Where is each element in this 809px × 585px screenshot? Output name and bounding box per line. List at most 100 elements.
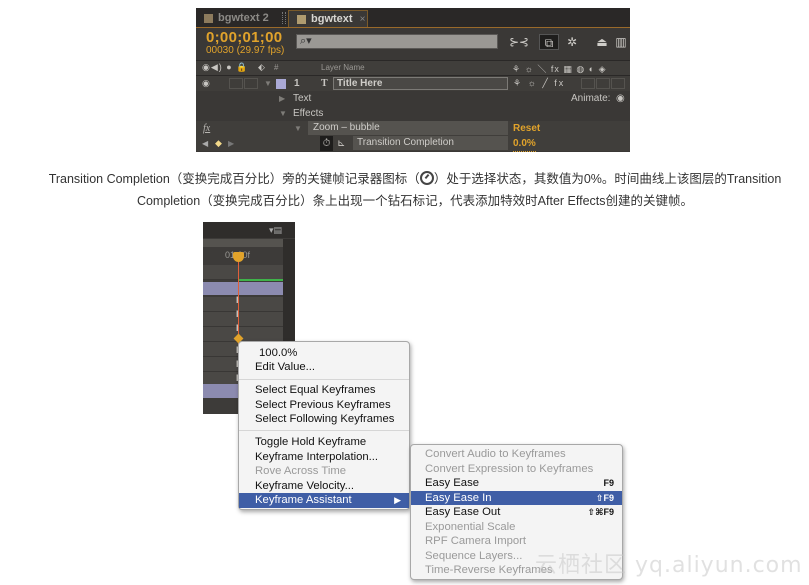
current-time-indicator-handle[interactable] <box>233 252 244 262</box>
keyframe-marker-icon[interactable]: I <box>236 323 239 333</box>
effect-name[interactable]: Zoom – bubble <box>308 121 508 135</box>
lock-switch[interactable] <box>244 78 258 89</box>
add-keyframe-icon[interactable]: ◆ <box>215 136 222 151</box>
divider <box>196 27 630 28</box>
menu-item-value: 100.0% <box>259 347 298 359</box>
property-row[interactable]: ◀ ◆ ▶ ⏱ ⊾ Transition Completion 0.0% <box>196 136 630 152</box>
expand-triangle-icon[interactable]: ▼ <box>279 106 287 121</box>
menu-item-label: Keyframe Assistant <box>255 494 352 506</box>
menu-item-toggle-hold-keyframe[interactable]: Toggle Hold Keyframe <box>239 435 409 450</box>
expand-triangle-icon[interactable]: ▼ <box>294 121 302 136</box>
effect-row[interactable]: fx ▼ Zoom – bubble Reset <box>196 121 630 136</box>
menu-item-select-following-keyframes[interactable]: Select Following Keyframes <box>239 412 409 427</box>
tab-bar: bgwtext 2 bgwtext × <box>196 8 630 27</box>
column-header: ◉◀) ● 🔒 ⬖ # Layer Name ⚘ ☼ ＼ fx ▦ ◍ ◐ ◈ <box>196 60 630 76</box>
expand-triangle-icon[interactable]: ▶ <box>279 91 285 106</box>
menu-item-keyframe-velocity[interactable]: Keyframe Velocity... <box>239 479 409 494</box>
keyframe-context-menu: 100.0% Edit Value... Select Equal Keyfra… <box>238 341 410 510</box>
solo-switch[interactable] <box>229 78 243 89</box>
layer-switches[interactable]: ⚘ ☼ ╱ fx <box>513 76 565 91</box>
stopwatch-icon[interactable]: ⏱ <box>320 136 333 151</box>
submenu-item-easy-ease-out[interactable]: Easy Ease Out ⇧⌘F9 <box>411 505 622 520</box>
draft-3d-icon[interactable]: ⧉ <box>539 34 559 50</box>
hide-shy-layers-icon[interactable]: ✲ <box>562 34 582 50</box>
track <box>203 265 283 280</box>
motion-blur-icon[interactable]: ▥ <box>614 34 628 50</box>
caption-text: ）处于选择状态，其数值为0%。时间曲线上该图层的Transition <box>433 172 782 186</box>
text-layer-icon: T <box>321 78 328 89</box>
caption-text: Transition Completion（变换完成百分比）旁的关键帧记录器图标… <box>48 172 420 186</box>
panel-top-bar: ▾▤ <box>203 222 295 238</box>
text-group-label: Text <box>293 93 312 104</box>
menu-separator <box>239 430 409 431</box>
menu-item-edit-value[interactable]: Edit Value... <box>239 360 409 375</box>
caption-text: Completion（变换完成百分比）条上出现一个钻石标记，代表添加特效时Aft… <box>136 194 694 208</box>
render-bar <box>239 279 283 281</box>
frame-blending-icon[interactable]: ⏏ <box>592 34 612 50</box>
effects-group-label: Effects <box>293 108 324 119</box>
reset-button[interactable]: Reset <box>513 121 540 136</box>
shortcut-label: ⇧F9 <box>595 492 614 503</box>
next-keyframe-icon[interactable]: ▶ <box>228 136 234 151</box>
menu-item-select-equal-keyframes[interactable]: Select Equal Keyframes <box>239 383 409 398</box>
eye-icon[interactable]: ◉ <box>202 76 210 91</box>
submenu-item-easy-ease[interactable]: Easy Ease F9 <box>411 476 622 491</box>
submenu-item-label: Easy Ease In <box>425 491 492 504</box>
search-input[interactable]: ⌕▾ <box>296 34 498 49</box>
shortcut-label: F9 <box>603 478 614 488</box>
layer-name-column-header[interactable]: Layer Name <box>321 63 365 72</box>
submenu-arrow-icon: ▶ <box>394 495 401 505</box>
submenu-item-exponential-scale: Exponential Scale <box>425 520 516 533</box>
tab-bgwtext[interactable]: bgwtext × <box>288 10 368 27</box>
caption: Transition Completion（变换完成百分比）旁的关键帧记录器图标… <box>30 168 800 212</box>
layer-duration-bar[interactable] <box>203 282 283 295</box>
keyframe-marker-icon[interactable]: I <box>236 309 239 319</box>
property-name: Transition Completion <box>353 136 508 150</box>
fx-icon[interactable]: fx <box>203 121 210 136</box>
submenu-item-label: Easy Ease Out <box>425 506 501 518</box>
expand-triangle-icon[interactable]: ▼ <box>264 76 272 91</box>
mode-cell[interactable] <box>611 78 625 89</box>
layer-row[interactable]: ◉ ▼ 1 T Title Here ⚘ ☼ ╱ fx <box>196 76 630 91</box>
current-time-display[interactable]: 0;00;01;00 <box>206 29 282 46</box>
label-color-swatch[interactable] <box>276 79 286 89</box>
work-area-bar[interactable] <box>203 239 283 247</box>
panel-menu-icon[interactable]: ▾▤ <box>269 225 282 236</box>
panel-grip-icon[interactable] <box>282 12 286 24</box>
switches-header-icons: ⚘ ☼ ＼ fx ▦ ◍ ◐ ◈ <box>512 64 607 74</box>
frame-count: 00030 (29.97 fps) <box>206 45 285 56</box>
menu-item-rove-across-time: Rove Across Time <box>255 465 347 477</box>
layer-name[interactable]: Title Here <box>333 77 508 90</box>
layer-number: 1 <box>294 78 300 89</box>
keyframe-marker-icon[interactable]: I <box>236 295 239 305</box>
watermark: 云栖社区 yq.aliyun.com <box>535 553 803 578</box>
effects-group-row[interactable]: ▼ Effects <box>196 106 630 121</box>
menu-item-keyframe-interpolation[interactable]: Keyframe Interpolation... <box>239 450 409 465</box>
animate-menu-icon[interactable]: ◉ <box>616 91 625 106</box>
comp-mini-flowchart-icon[interactable]: ⊱⊰ <box>509 34 529 50</box>
tab-bgwtext-2[interactable]: bgwtext 2 <box>196 10 280 27</box>
submenu-item-easy-ease-in[interactable]: Easy Ease In ⇧F9 <box>411 490 622 505</box>
label-tag-icon: ⬖ <box>258 62 266 72</box>
search-icon: ⌕▾ <box>300 35 312 47</box>
menu-item-keyframe-assistant[interactable]: Keyframe Assistant ▶ <box>239 493 409 508</box>
mode-cell[interactable] <box>581 78 595 89</box>
comp-icon <box>297 15 306 24</box>
menu-item-select-previous-keyframes[interactable]: Select Previous Keyframes <box>239 398 409 413</box>
number-column-header: # <box>274 63 279 72</box>
comp-icon <box>204 14 213 23</box>
text-group-row[interactable]: ▶ Text Animate: ◉ <box>196 91 630 106</box>
graph-icon[interactable]: ⊾ <box>337 136 345 151</box>
track <box>203 297 283 312</box>
previous-keyframe-icon[interactable]: ◀ <box>202 136 208 151</box>
submenu-item-label: Easy Ease <box>425 477 480 489</box>
submenu-item-convert-audio: Convert Audio to Keyframes <box>425 448 566 460</box>
close-icon[interactable]: × <box>360 14 366 25</box>
track <box>203 327 283 342</box>
mode-cell[interactable] <box>596 78 610 89</box>
menu-separator <box>239 379 409 380</box>
shortcut-label: ⇧⌘F9 <box>587 507 614 517</box>
animate-label: Animate: <box>571 93 611 104</box>
av-features-header-icons: ◉◀) ● 🔒 <box>202 62 249 72</box>
property-value[interactable]: 0.0% <box>513 136 536 152</box>
